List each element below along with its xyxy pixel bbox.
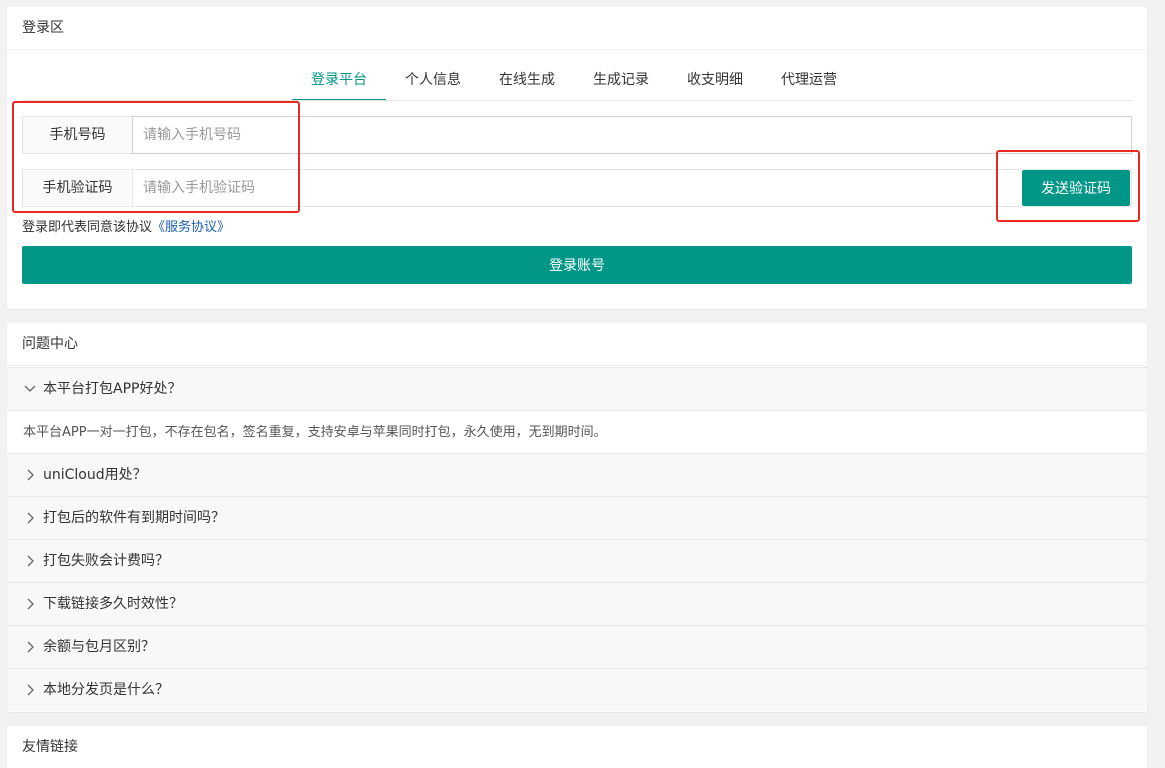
faq-item[interactable]: uniCloud用处？ xyxy=(7,453,1147,496)
faq-item[interactable]: 打包失败会计费吗？ xyxy=(7,539,1147,582)
tab-divider xyxy=(22,100,1132,101)
chevron-right-icon xyxy=(23,626,37,669)
faq-panel-title: 问题中心 xyxy=(7,323,1147,366)
tab-bar: 登录平台 个人信息 在线生成 生成记录 收支明细 代理运营 xyxy=(292,60,856,101)
code-row: 手机验证码 发送验证码 xyxy=(22,169,1132,207)
links-panel: 友情链接 xyxy=(7,726,1147,768)
phone-label: 手机号码 xyxy=(22,116,132,154)
faq-question: 打包后的软件有到期时间吗？ xyxy=(43,510,225,526)
faq-item[interactable]: 本平台打包APP好处？ xyxy=(7,367,1147,410)
faq-item[interactable]: 本地分发页是什么？ xyxy=(7,668,1147,711)
tab-login-platform[interactable]: 登录平台 xyxy=(292,60,386,101)
links-panel-title: 友情链接 xyxy=(7,726,1147,768)
login-panel: 登录区 登录平台 个人信息 在线生成 生成记录 收支明细 代理运营 手机号码 手… xyxy=(7,7,1147,309)
login-button[interactable]: 登录账号 xyxy=(22,246,1132,284)
tab-personal-info[interactable]: 个人信息 xyxy=(386,60,480,101)
tab-income-expense[interactable]: 收支明细 xyxy=(668,60,762,101)
faq-question: 下载链接多久时效性？ xyxy=(43,596,183,612)
faq-item[interactable]: 余额与包月区别？ xyxy=(7,625,1147,668)
faq-item[interactable]: 打包后的软件有到期时间吗？ xyxy=(7,496,1147,539)
chevron-right-icon xyxy=(23,669,37,712)
phone-input[interactable] xyxy=(132,116,1132,154)
faq-question: uniCloud用处？ xyxy=(43,467,147,483)
agreement-text: 登录即代表同意该协议《服务协议》 xyxy=(22,216,230,235)
tab-online-generate[interactable]: 在线生成 xyxy=(480,60,574,101)
faq-question: 打包失败会计费吗？ xyxy=(43,553,169,569)
tab-generate-records[interactable]: 生成记录 xyxy=(574,60,668,101)
faq-answer: 本平台APP一对一打包，不存在包名，签名重复，支持安卓与苹果同时打包，永久使用，… xyxy=(7,410,1147,453)
chevron-down-icon xyxy=(23,368,37,411)
faq-question: 本地分发页是什么？ xyxy=(43,682,169,698)
code-label: 手机验证码 xyxy=(22,169,132,207)
send-code-button[interactable]: 发送验证码 xyxy=(1022,170,1130,206)
chevron-right-icon xyxy=(23,454,37,497)
agreement-prefix: 登录即代表同意该协议 xyxy=(22,220,153,235)
chevron-right-icon xyxy=(23,540,37,583)
faq-item[interactable]: 下载链接多久时效性？ xyxy=(7,582,1147,625)
service-agreement-link[interactable]: 《服务协议》 xyxy=(152,220,230,235)
send-code-wrap: 发送验证码 xyxy=(1002,169,1132,207)
faq-question: 余额与包月区别？ xyxy=(43,639,155,655)
chevron-right-icon xyxy=(23,497,37,540)
chevron-right-icon xyxy=(23,583,37,626)
code-input[interactable] xyxy=(132,169,1002,207)
faq-question: 本平台打包APP好处？ xyxy=(43,381,182,397)
tab-agent-operation[interactable]: 代理运营 xyxy=(762,60,856,101)
phone-row: 手机号码 xyxy=(22,116,1132,154)
login-panel-title: 登录区 xyxy=(7,7,1147,50)
